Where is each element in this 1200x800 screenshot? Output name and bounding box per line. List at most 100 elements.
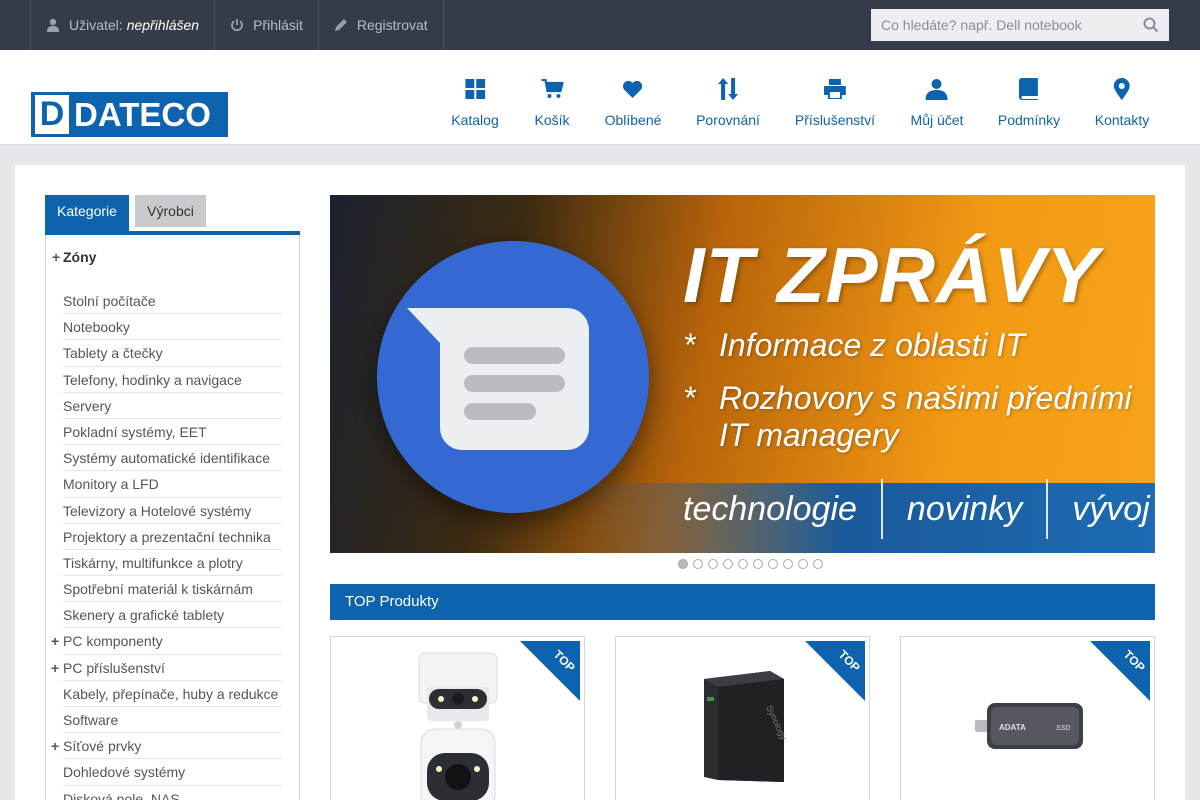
banner-tags: technologie novinky vývoj: [683, 479, 1150, 539]
nav-label: Katalog: [451, 112, 499, 128]
category-item[interactable]: Monitory a LFD: [63, 471, 282, 498]
nav-muj-ucet[interactable]: Můj účet: [910, 76, 964, 128]
plus-icon: +: [52, 249, 61, 265]
category-item[interactable]: Dohledové systémy: [63, 759, 282, 786]
category-item[interactable]: Telefony, hodinky a navigace: [63, 367, 282, 393]
product-card[interactable]: TOP ADATA SSD: [900, 636, 1155, 800]
map-pin-icon: [1113, 78, 1130, 100]
login-label: Přihlásit: [253, 17, 303, 33]
banner-bullet-2-cont: IT managery: [719, 417, 899, 453]
category-item[interactable]: Stolní počítače: [63, 288, 282, 315]
printer-icon: [823, 79, 846, 99]
category-item[interactable]: Projektory a prezentační technika: [63, 524, 282, 550]
banner-tag: vývoj: [1072, 489, 1150, 528]
zones-toggle[interactable]: + Zóny: [52, 249, 96, 265]
slider-dot[interactable]: [798, 559, 808, 569]
power-icon: [231, 19, 243, 32]
svg-text:SSD: SSD: [1056, 725, 1070, 732]
sort-arrows-icon: [717, 78, 738, 100]
register-link[interactable]: Registrovat: [319, 0, 444, 50]
banner-headline: IT ZPRÁVY: [683, 231, 1100, 319]
category-item[interactable]: Servery: [63, 393, 282, 419]
category-item[interactable]: Systémy automatické identifikace: [63, 445, 282, 472]
site-header: D DATECO Katalog Košík Oblíbené Porovnán…: [0, 50, 1200, 145]
banner-tag: technologie: [683, 489, 857, 528]
nav-prislusenstvi[interactable]: Příslušenství: [795, 76, 875, 128]
banner-tag: novinky: [906, 489, 1023, 528]
slider-dot[interactable]: [678, 559, 688, 569]
nav-label: Můj účet: [910, 112, 964, 128]
category-label: Monitory a LFD: [63, 476, 159, 493]
slider-dot[interactable]: [738, 559, 748, 569]
search-icon: [1143, 17, 1159, 33]
search-input[interactable]: [871, 9, 1126, 41]
category-label: Televizory a Hotelové systémy: [63, 502, 252, 519]
user-links: Uživatel: nepřihlášen Přihlásit Registro…: [30, 0, 444, 50]
slider-dot[interactable]: [693, 559, 703, 569]
category-label: Skenery a grafické tablety: [63, 607, 225, 624]
category-label: PC příslušenství: [63, 659, 165, 676]
category-item[interactable]: Televizory a Hotelové systémy: [63, 498, 282, 524]
category-item[interactable]: + PC komponenty: [51, 628, 282, 655]
top-bar: Uživatel: nepřihlášen Přihlásit Registro…: [0, 0, 1200, 50]
category-item[interactable]: Tiskárny, multifunkce a plotry: [63, 550, 282, 577]
zones-label: Zóny: [63, 249, 97, 265]
nas-image: Synology: [704, 671, 789, 782]
category-item[interactable]: Pokladní systémy, EET: [63, 419, 282, 446]
nav-label: Příslušenství: [794, 112, 876, 128]
logo-text: DATECO: [74, 96, 211, 133]
logo[interactable]: D DATECO: [31, 92, 228, 137]
logo-letter: D: [35, 95, 69, 134]
slider-dots: [678, 559, 823, 569]
login-link[interactable]: Přihlásit: [215, 0, 319, 50]
nav-label: Oblíbené: [604, 112, 662, 128]
category-item[interactable]: + PC příslušenství: [51, 655, 282, 681]
nav-kosik[interactable]: Košík: [534, 76, 570, 128]
plus-icon: +: [51, 738, 60, 755]
category-item[interactable]: + Síťové prvky: [51, 733, 282, 760]
category-item[interactable]: Skenery a grafické tablety: [63, 602, 282, 629]
banner-bullet-1: * Informace z oblasti IT: [683, 327, 1025, 363]
tab-vyrobci[interactable]: Výrobci: [135, 195, 206, 227]
register-label: Registrovat: [356, 17, 428, 33]
slider-dot[interactable]: [708, 559, 718, 569]
cart-icon: [540, 79, 563, 98]
slider-dot[interactable]: [723, 559, 733, 569]
nav-oblibene[interactable]: Oblíbené: [604, 76, 662, 128]
nav-porovnani[interactable]: Porovnání: [696, 76, 760, 128]
category-item[interactable]: Kabely, přepínače, huby a redukce: [63, 681, 282, 707]
category-label: Telefony, hodinky a navigace: [63, 371, 242, 388]
nav-katalog[interactable]: Katalog: [451, 76, 499, 128]
slider-dot[interactable]: [768, 559, 778, 569]
product-card[interactable]: TOP: [330, 636, 585, 800]
hero-banner[interactable]: IT ZPRÁVY * Informace z oblasti IT * Rozho…: [330, 195, 1155, 553]
category-item[interactable]: Software: [63, 707, 282, 734]
category-label: Servery: [63, 397, 112, 414]
category-label: Síťové prvky: [63, 738, 142, 755]
nav-kontakty[interactable]: Kontakty: [1095, 76, 1149, 128]
top-products-title: TOP Produkty: [330, 584, 1155, 620]
product-card[interactable]: TOP Synology: [615, 636, 870, 800]
pencil-icon: [334, 19, 347, 31]
plus-icon: +: [51, 659, 60, 676]
category-item[interactable]: Notebooky: [63, 314, 282, 341]
category-label: Kabely, přepínače, huby a redukce: [63, 685, 279, 702]
slider-dot[interactable]: [783, 559, 793, 569]
svg-text:ADATA: ADATA: [999, 723, 1026, 732]
heart-icon: [623, 80, 643, 98]
nav-podminky[interactable]: Podmínky: [998, 76, 1060, 128]
slider-dot[interactable]: [753, 559, 763, 569]
category-item[interactable]: Spotřební materiál k tiskárnám: [63, 576, 282, 603]
camera-image: [418, 652, 498, 800]
slider-dot[interactable]: [813, 559, 823, 569]
category-item[interactable]: Tablety a čtečky: [63, 340, 282, 367]
category-label: Spotřební materiál k tiskárnám: [63, 581, 253, 598]
search-button[interactable]: [1143, 17, 1159, 36]
category-label: Dohledové systémy: [63, 764, 186, 781]
category-list: Stolní počítače Notebooky Tablety a čtečky…: [51, 288, 282, 800]
book-icon: [1019, 78, 1038, 100]
category-label: Systémy automatické identifikace: [63, 450, 270, 467]
category-item[interactable]: Disková pole, NAS: [63, 786, 282, 800]
tab-kategorie[interactable]: Kategorie: [45, 195, 129, 231]
user-icon: [47, 18, 59, 32]
